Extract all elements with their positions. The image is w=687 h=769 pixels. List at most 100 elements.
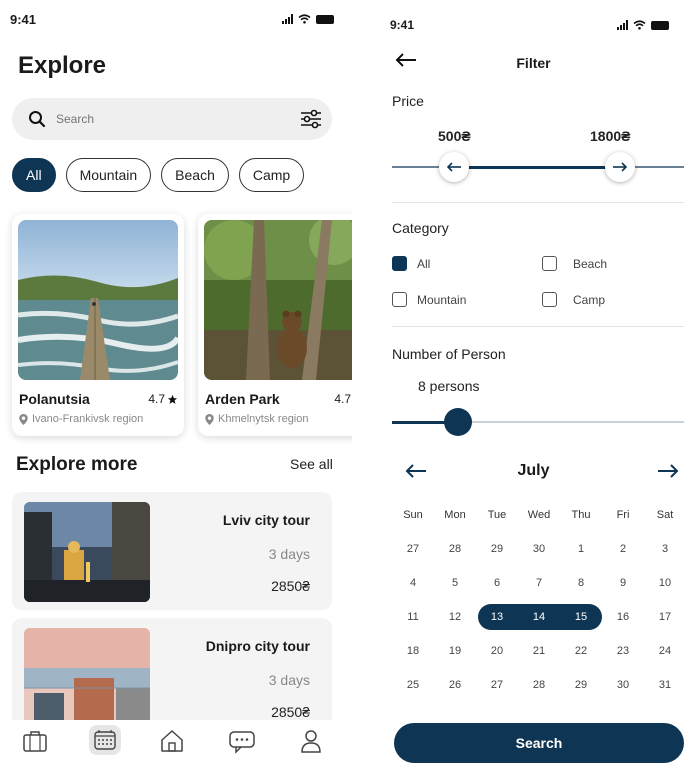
place-photo-river-bridge [18, 220, 178, 380]
tour-price: 2850₴ [271, 578, 310, 594]
calendar-icon[interactable] [88, 724, 122, 756]
chat-icon[interactable] [228, 728, 256, 754]
calendar-day[interactable]: 17 [644, 611, 686, 623]
tour-photo-lviv [24, 502, 150, 602]
calendar-day[interactable]: 21 [518, 645, 560, 657]
search-icon [29, 111, 46, 128]
calendar-day[interactable]: 30 [518, 543, 560, 555]
calendar-day-selected[interactable]: 15 [560, 611, 602, 623]
filter-icon[interactable] [300, 109, 322, 129]
calendar-day[interactable]: 18 [392, 645, 434, 657]
see-all-link[interactable]: See all [290, 456, 333, 472]
calendar-day[interactable]: 20 [476, 645, 518, 657]
next-month-icon[interactable] [656, 463, 680, 479]
calendar-day[interactable]: 11 [392, 611, 434, 623]
calendar-day[interactable]: 22 [560, 645, 602, 657]
price-label: Price [392, 93, 424, 109]
price-slider-max-handle[interactable] [605, 152, 635, 182]
filter-screen: 9:41 Filter Price 500₴ 1800₴ Category Al… [380, 0, 687, 769]
persons-slider-handle[interactable] [444, 408, 472, 436]
place-name: Arden Park [205, 391, 280, 407]
briefcase-icon[interactable] [22, 728, 48, 754]
calendar-day[interactable]: 1 [560, 543, 602, 555]
calendar-weekday-row: Sun Mon Tue Wed Thu Fri Sat [403, 509, 674, 521]
calendar-day[interactable]: 29 [476, 543, 518, 555]
chip-beach[interactable]: Beach [161, 158, 229, 192]
status-bar: 9:41 [390, 12, 669, 32]
tour-card[interactable]: Dnipro city tour 3 days 2850₴ [12, 618, 332, 736]
calendar-day[interactable]: 10 [644, 577, 686, 589]
calendar-day[interactable]: 5 [434, 577, 476, 589]
calendar-week: 27 28 29 30 1 2 3 [392, 532, 686, 566]
calendar-grid: Sun Mon Tue Wed Thu Fri Sat 27 28 29 30 … [392, 498, 686, 702]
place-location: Khmelnytsk region [205, 413, 309, 425]
calendar-day[interactable]: 3 [644, 543, 686, 555]
home-icon[interactable] [160, 728, 184, 754]
chip-mountain[interactable]: Mountain [65, 158, 152, 192]
calendar-day[interactable]: 28 [518, 679, 560, 691]
calendar-day[interactable]: 24 [644, 645, 686, 657]
chip-camp[interactable]: Camp [238, 158, 305, 192]
calendar-day[interactable]: 2 [602, 543, 644, 555]
search-button[interactable]: Search [394, 723, 684, 763]
place-rating: 4.7 [148, 392, 178, 406]
calendar-day[interactable]: 6 [476, 577, 518, 589]
price-slider-min-handle[interactable] [439, 152, 469, 182]
tour-name: Lviv city tour [222, 512, 310, 528]
calendar-day[interactable]: 26 [434, 679, 476, 691]
profile-icon[interactable] [300, 728, 322, 754]
calendar-day[interactable]: 9 [602, 577, 644, 589]
calendar-day[interactable]: 30 [602, 679, 644, 691]
tour-card[interactable]: Lviv city tour 3 days 2850₴ [12, 492, 332, 610]
checkbox-beach[interactable]: Beach [542, 256, 607, 271]
battery-icon [651, 21, 669, 30]
calendar-day[interactable]: 23 [602, 645, 644, 657]
status-time: 9:41 [390, 18, 415, 32]
arrow-left-icon [446, 162, 461, 172]
place-name: Polanutsia [19, 391, 90, 407]
location-pin-icon [19, 413, 28, 425]
status-bar: 9:41 [10, 12, 334, 28]
divider [392, 326, 684, 327]
calendar-day[interactable]: 27 [476, 679, 518, 691]
wifi-icon [633, 20, 646, 30]
calendar-day[interactable]: 27 [392, 543, 434, 555]
calendar-day[interactable]: 25 [392, 679, 434, 691]
calendar-day[interactable]: 29 [560, 679, 602, 691]
price-min-value: 500₴ [438, 128, 471, 144]
place-card[interactable]: Polanutsia 4.7 Ivano-Frankivsk region [12, 214, 184, 436]
search-input[interactable] [56, 108, 276, 130]
calendar-day[interactable]: 4 [392, 577, 434, 589]
calendar-day-selected[interactable]: 14 [518, 611, 560, 623]
category-chips: All Mountain Beach Camp [12, 158, 305, 192]
persons-label: Number of Person [392, 346, 506, 362]
calendar-week: 25 26 27 28 29 30 31 [392, 668, 686, 702]
calendar-day[interactable]: 16 [602, 611, 644, 623]
calendar-day[interactable]: 19 [434, 645, 476, 657]
calendar-week: 18 19 20 21 22 23 24 [392, 634, 686, 668]
place-card[interactable]: Arden Park 4.7 Khmelnytsk region [198, 214, 352, 436]
search-bar[interactable] [12, 98, 332, 140]
tour-price: 2850₴ [271, 704, 310, 720]
checkbox-all[interactable]: All [392, 256, 430, 271]
checkbox-mountain[interactable]: Mountain [392, 292, 466, 307]
place-photo-forest-bear [204, 220, 352, 380]
persons-value: 8 persons [418, 378, 480, 394]
tour-photo-dnipro [24, 628, 150, 728]
calendar-day[interactable]: 8 [560, 577, 602, 589]
page-title: Filter [516, 55, 551, 71]
tour-name: Dnipro city tour [205, 638, 310, 654]
checkbox-camp[interactable]: Camp [542, 292, 605, 307]
section-title: Explore more [16, 454, 138, 475]
chip-all[interactable]: All [12, 158, 56, 192]
calendar-day[interactable]: 28 [434, 543, 476, 555]
calendar-day-selected[interactable]: 13 [476, 611, 518, 623]
tour-duration: 3 days [268, 546, 310, 562]
calendar-day[interactable]: 12 [434, 611, 476, 623]
status-time: 9:41 [10, 12, 37, 27]
calendar-day[interactable]: 7 [518, 577, 560, 589]
tour-duration: 3 days [268, 672, 310, 688]
location-pin-icon [205, 413, 214, 425]
arrow-right-icon [613, 162, 628, 172]
calendar-day[interactable]: 31 [644, 679, 686, 691]
